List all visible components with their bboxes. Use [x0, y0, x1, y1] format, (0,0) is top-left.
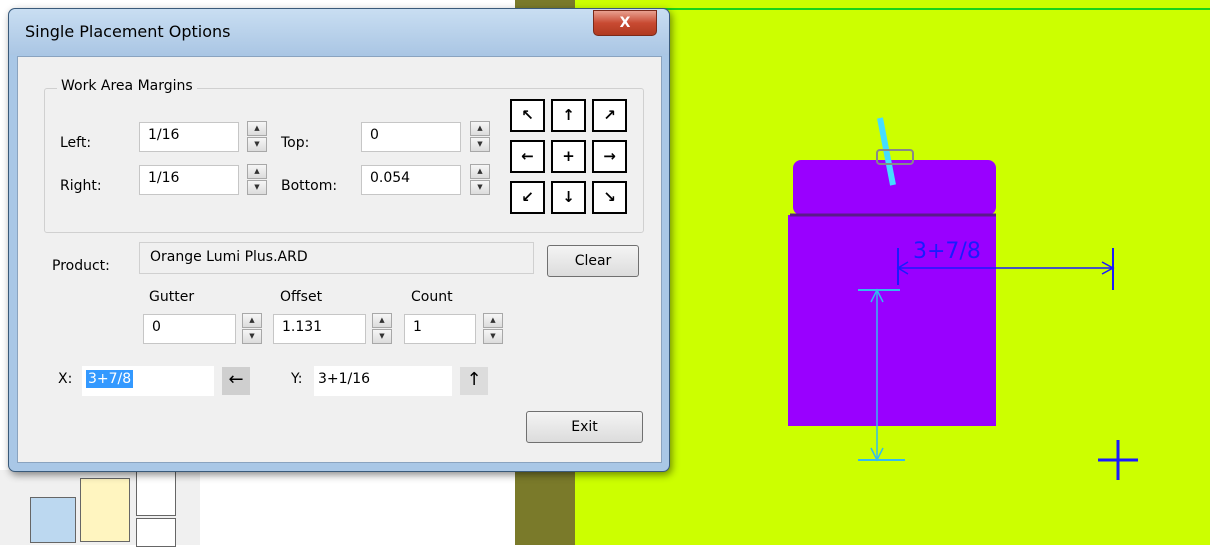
left-margin-spinner[interactable]: ▲ ▼: [247, 121, 267, 153]
offset-spinner[interactable]: ▲ ▼: [372, 313, 392, 345]
right-margin-label: Right:: [60, 178, 102, 194]
exit-button[interactable]: Exit: [526, 411, 643, 443]
spin-up-icon[interactable]: ▲: [470, 121, 490, 136]
right-margin-input[interactable]: 1/16: [139, 165, 239, 195]
bottom-margin-spinner[interactable]: ▲ ▼: [470, 164, 490, 196]
bottom-margin-label: Bottom:: [281, 178, 338, 194]
left-margin-input[interactable]: 1/16: [139, 122, 239, 152]
spin-down-icon[interactable]: ▼: [372, 329, 392, 344]
offset-label: Offset: [280, 289, 323, 305]
y-coordinate-input[interactable]: 3+1/16: [314, 366, 452, 396]
top-margin-spinner[interactable]: ▲ ▼: [470, 121, 490, 153]
gutter-label: Gutter: [149, 289, 195, 305]
3d-cube-tool-button[interactable]: [136, 470, 176, 516]
dialog-body: Work Area Margins Left: 1/16 ▲ ▼ Right: 1…: [17, 56, 662, 463]
bottom-margin-input[interactable]: 0.054: [361, 165, 461, 195]
spin-down-icon[interactable]: ▼: [470, 180, 490, 195]
clear-button[interactable]: Clear: [547, 245, 639, 277]
plus-center-icon[interactable]: +: [551, 140, 586, 173]
count-input[interactable]: 1: [404, 314, 476, 344]
spin-down-icon[interactable]: ▼: [242, 329, 262, 344]
product-name-field: Orange Lumi Plus.ARD: [139, 242, 534, 274]
dialog-title: Single Placement Options: [25, 22, 231, 41]
arrow-up-right-icon[interactable]: ↗: [592, 99, 627, 132]
left-margin-label: Left:: [60, 135, 92, 151]
y-coordinate-value: 3+1/16: [318, 371, 371, 387]
arrow-down-left-icon[interactable]: ↙: [510, 181, 545, 214]
product-top-flap: [793, 160, 996, 215]
count-spinner[interactable]: ▲ ▼: [483, 313, 503, 345]
arrow-up-icon[interactable]: ↑: [460, 367, 488, 395]
spin-up-icon[interactable]: ▲: [483, 313, 503, 328]
spin-up-icon[interactable]: ▲: [247, 164, 267, 179]
margins-group-label: Work Area Margins: [57, 78, 197, 94]
offset-input[interactable]: 1.131: [273, 314, 366, 344]
spin-up-icon[interactable]: ▲: [242, 313, 262, 328]
x-coordinate-input[interactable]: 3+7/8: [82, 366, 214, 396]
top-margin-label: Top:: [281, 135, 310, 151]
spin-down-icon[interactable]: ▼: [247, 180, 267, 195]
spin-down-icon[interactable]: ▼: [247, 137, 267, 152]
single-placement-dialog: Single Placement Options X Work Area Mar…: [8, 8, 670, 472]
arrow-up-left-icon[interactable]: ↖: [510, 99, 545, 132]
close-button[interactable]: X: [593, 10, 657, 36]
arrow-right-icon[interactable]: →: [592, 140, 627, 173]
arrow-left-icon[interactable]: ←: [510, 140, 545, 173]
spin-down-icon[interactable]: ▼: [483, 329, 503, 344]
gutter-spinner[interactable]: ▲ ▼: [242, 313, 262, 345]
arrow-up-icon[interactable]: ↑: [551, 99, 586, 132]
dialog-titlebar[interactable]: Single Placement Options X: [9, 9, 669, 55]
spin-down-icon[interactable]: ▼: [470, 137, 490, 152]
spin-up-icon[interactable]: ▲: [372, 313, 392, 328]
box-view-tool-button[interactable]: [30, 497, 76, 543]
3d-shape-tool-button[interactable]: [136, 518, 176, 547]
x-label: X:: [58, 371, 73, 387]
y-label: Y:: [291, 371, 303, 387]
tool-palette: [0, 470, 200, 547]
top-margin-input[interactable]: 0: [361, 122, 461, 152]
arrow-down-right-icon[interactable]: ↘: [592, 181, 627, 214]
gutter-input[interactable]: 0: [143, 314, 236, 344]
arrow-left-icon[interactable]: ←: [222, 367, 250, 395]
dimension-label: 3+7/8: [913, 239, 981, 264]
arrow-down-icon[interactable]: ↓: [551, 181, 586, 214]
count-label: Count: [411, 289, 453, 305]
spin-up-icon[interactable]: ▲: [470, 164, 490, 179]
spin-up-icon[interactable]: ▲: [247, 121, 267, 136]
right-margin-spinner[interactable]: ▲ ▼: [247, 164, 267, 196]
placement-tool-button[interactable]: [80, 478, 130, 542]
product-label: Product:: [52, 258, 110, 274]
x-coordinate-value: 3+7/8: [86, 370, 134, 388]
